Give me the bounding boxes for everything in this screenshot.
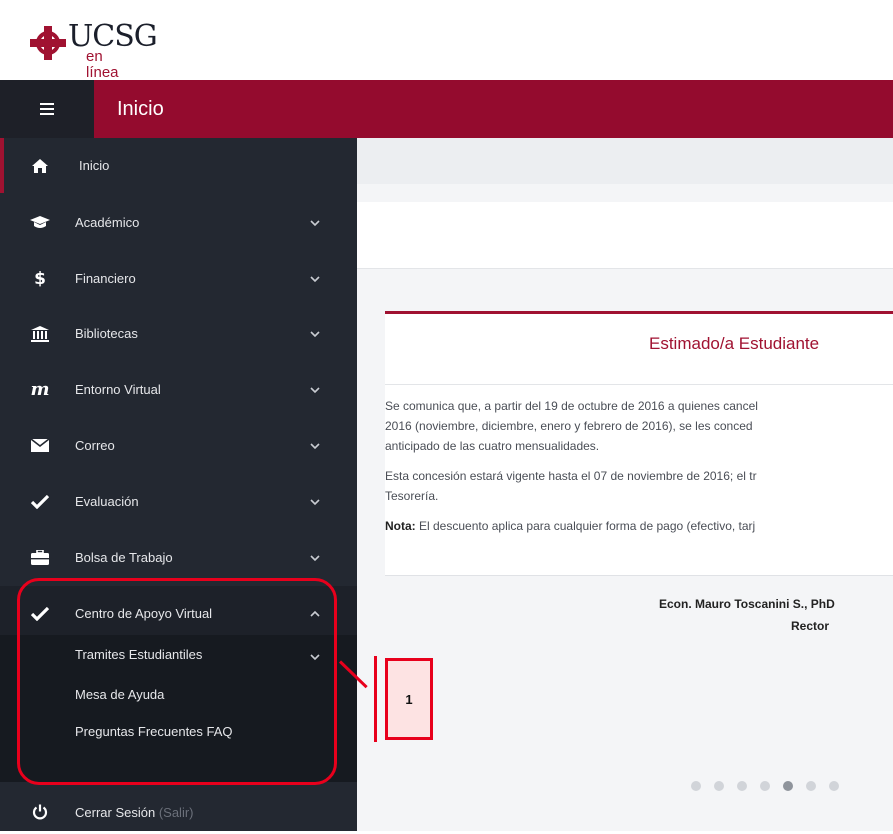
annotation-label: 1: [385, 658, 433, 740]
sidebar-item-label: Inicio: [79, 158, 110, 173]
signature-role: Rector: [791, 619, 830, 633]
logo-tagline: en línea: [86, 48, 119, 81]
sidebar-item-academico[interactable]: Académico: [0, 195, 357, 250]
chevron-down-icon: [310, 219, 320, 226]
notice-title: Estimado/a Estudiante: [649, 334, 820, 353]
sidebar-item-label: Correo: [75, 438, 115, 453]
bank-icon: [30, 324, 50, 344]
logout-label-group: Cerrar Sesión (Salir): [75, 805, 194, 820]
logout-label: Cerrar Sesión: [75, 804, 156, 820]
check-icon: [30, 492, 50, 512]
envelope-icon: [30, 436, 50, 456]
notice-panel: Estimado/a Estudiante Se comunica que, a…: [385, 311, 893, 651]
breadcrumb-bar: [357, 138, 893, 184]
sidebar-item-entorno-virtual[interactable]: m Entorno Virtual: [0, 362, 357, 417]
sidebar-item-label: Evaluación: [75, 494, 139, 509]
annotation-marker-bar: [374, 656, 377, 742]
dollar-icon: $: [34, 268, 46, 289]
sidebar-item-label: Académico: [75, 215, 140, 230]
carousel-dot[interactable]: [737, 781, 747, 791]
notice-note: Nota: El descuento aplica para cualquier…: [385, 516, 755, 536]
note-text: El descuento aplica para cualquier forma…: [415, 519, 756, 533]
chevron-down-icon: [310, 275, 320, 282]
logout-hint: (Salir): [158, 804, 194, 820]
content-header: [357, 202, 893, 269]
carousel-dot[interactable]: [829, 781, 839, 791]
chevron-down-icon: [310, 554, 320, 561]
sidebar-item-correo[interactable]: Correo: [0, 418, 357, 473]
hamburger-icon: [40, 103, 54, 115]
carousel-dot[interactable]: [714, 781, 724, 791]
note-label: Nota:: [385, 519, 416, 533]
top-bar: Inicio: [0, 80, 893, 138]
notice-line: Esta concesión estará vigente hasta el 0…: [385, 469, 757, 483]
sidebar-item-label: Entorno Virtual: [75, 382, 161, 397]
carousel-dot[interactable]: [760, 781, 770, 791]
sidebar-item-bibliotecas[interactable]: Bibliotecas: [0, 306, 357, 361]
home-icon: [30, 156, 50, 176]
carousel-indicators: [691, 781, 839, 791]
chevron-down-icon: [310, 386, 320, 393]
power-icon: [30, 802, 50, 822]
sidebar-item-label: Bolsa de Trabajo: [75, 550, 173, 565]
menu-toggle-button[interactable]: [0, 80, 94, 138]
notice-line: 2016 (noviembre, diciembre, enero y febr…: [385, 419, 753, 433]
sidebar-item-label: Financiero: [75, 271, 136, 286]
sidebar-item-financiero[interactable]: $ Financiero: [0, 251, 357, 306]
carousel-dot[interactable]: [806, 781, 816, 791]
chevron-down-icon: [310, 442, 320, 449]
main-content: Estimado/a Estudiante Se comunica que, a…: [357, 138, 893, 831]
notice-line: anticipado de las cuatro mensualidades.: [385, 439, 600, 453]
sidebar-item-cerrar-sesion[interactable]: Cerrar Sesión (Salir): [0, 790, 357, 834]
graduation-cap-icon: [30, 213, 50, 233]
sidebar-item-evaluacion[interactable]: Evaluación: [0, 474, 357, 529]
sidebar-item-inicio[interactable]: Inicio: [0, 138, 357, 193]
moodle-icon: m: [30, 379, 50, 400]
chevron-down-icon: [310, 498, 320, 505]
notice-header: Estimado/a Estudiante: [385, 314, 893, 385]
notice-signature: Econ. Mauro Toscanini S., PhD Rector: [385, 575, 893, 651]
carousel-dot-active[interactable]: [783, 781, 793, 791]
sidebar-item-label: Bibliotecas: [75, 326, 138, 341]
notice-line: Se comunica que, a partir del 19 de octu…: [385, 399, 758, 413]
cross-logo-icon: [30, 26, 66, 60]
chevron-down-icon: [310, 330, 320, 337]
page-title: Inicio: [117, 98, 164, 120]
sidebar-item-bolsa-de-trabajo[interactable]: Bolsa de Trabajo: [0, 530, 357, 585]
carousel-dot[interactable]: [691, 781, 701, 791]
notice-line: Tesorería.: [385, 489, 439, 503]
signature-name: Econ. Mauro Toscanini S., PhD: [659, 597, 835, 611]
annotation-highlight: [17, 578, 337, 785]
notice-body: Se comunica que, a partir del 19 de octu…: [385, 385, 893, 575]
briefcase-icon: [30, 548, 50, 568]
